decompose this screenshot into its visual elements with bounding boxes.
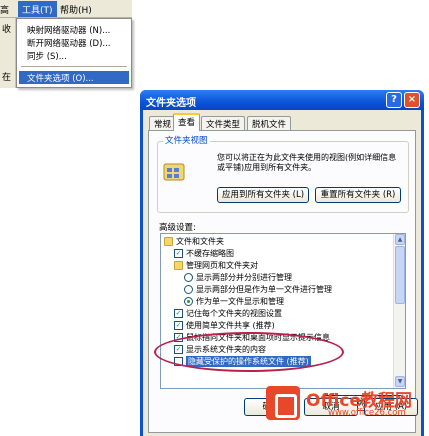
folder-icon <box>164 237 173 246</box>
checkbox-unchecked-icon[interactable] <box>174 357 183 366</box>
tab-view[interactable]: 查看 <box>173 113 201 131</box>
apply-to-all-folders-button[interactable]: 应用到所有文件夹 (L) <box>217 187 309 203</box>
folder-views-legend: 文件夹视图 <box>163 134 210 146</box>
radio-icon[interactable] <box>184 273 193 282</box>
radio-selected-icon[interactable] <box>184 297 193 306</box>
strip-text: 收 <box>2 25 12 35</box>
tools-menu: 映射网络驱动器 (N)... 断开网络驱动器 (D)... 同步 (S)... … <box>16 18 132 88</box>
dialog-title: 文件夹选项 <box>146 98 196 109</box>
left-strip: 收 在 <box>0 18 16 88</box>
menu-bar: 高 工具(T) 帮助(H) <box>0 0 132 18</box>
watermark-url: www.office26.com <box>328 408 406 418</box>
menu-separator <box>21 66 127 67</box>
advanced-settings-tree[interactable]: 文件和文件夹 ✓ 不缓存缩略图 管理网页和文件夹对 显示两部分并分别进行管理 显… <box>160 233 406 389</box>
checkbox-checked-icon[interactable]: ✓ <box>174 249 183 258</box>
checkbox-checked-icon[interactable]: ✓ <box>174 345 183 354</box>
menu-item-disconnect-drive[interactable]: 断开网络驱动器 (D)... <box>27 37 111 49</box>
folder-views-icon <box>163 163 185 181</box>
close-button[interactable]: × <box>404 92 420 108</box>
advanced-settings-label: 高级设置: <box>159 223 196 233</box>
reset-all-folders-button[interactable]: 重置所有文件夹 (R) <box>315 187 401 203</box>
office-logo-icon <box>266 386 300 420</box>
folder-icon <box>174 261 183 270</box>
tab-general[interactable]: 常规 <box>149 116 177 130</box>
tree-scrollbar[interactable]: ▲ ▼ <box>393 234 405 388</box>
menu-item-folder-options[interactable]: 文件夹选项 (O)... <box>19 71 129 84</box>
tab-file-types[interactable]: 文件类型 <box>201 116 246 130</box>
help-button[interactable]: ? <box>386 92 402 108</box>
strip-text: 在 <box>2 73 12 83</box>
checkbox-checked-icon[interactable]: ✓ <box>174 321 183 330</box>
scroll-up-icon[interactable]: ▲ <box>395 234 405 245</box>
folder-views-description: 您可以将正在为此文件夹使用的视图(例如详细信息或平铺)应用到所有文件夹。 <box>217 153 397 172</box>
checkbox-checked-icon[interactable]: ✓ <box>174 309 183 318</box>
scroll-thumb[interactable] <box>395 246 405 304</box>
radio-icon[interactable] <box>184 285 193 294</box>
title-bar[interactable]: 文件夹选项 ? × <box>140 90 424 110</box>
tab-offline-files[interactable]: 脱机文件 <box>247 116 292 130</box>
menu-help[interactable]: 帮助(H) <box>60 3 92 16</box>
menu-item-map-drive[interactable]: 映射网络驱动器 (N)... <box>27 24 110 36</box>
menu-item-sync[interactable]: 同步 (S)... <box>27 50 67 62</box>
checkbox-checked-icon[interactable]: ✓ <box>174 333 183 342</box>
menu-tools[interactable]: 工具(T) <box>18 1 57 17</box>
menu-fragment: 高 <box>0 6 10 16</box>
watermark: Office教程网 www.office26.com <box>258 380 429 436</box>
